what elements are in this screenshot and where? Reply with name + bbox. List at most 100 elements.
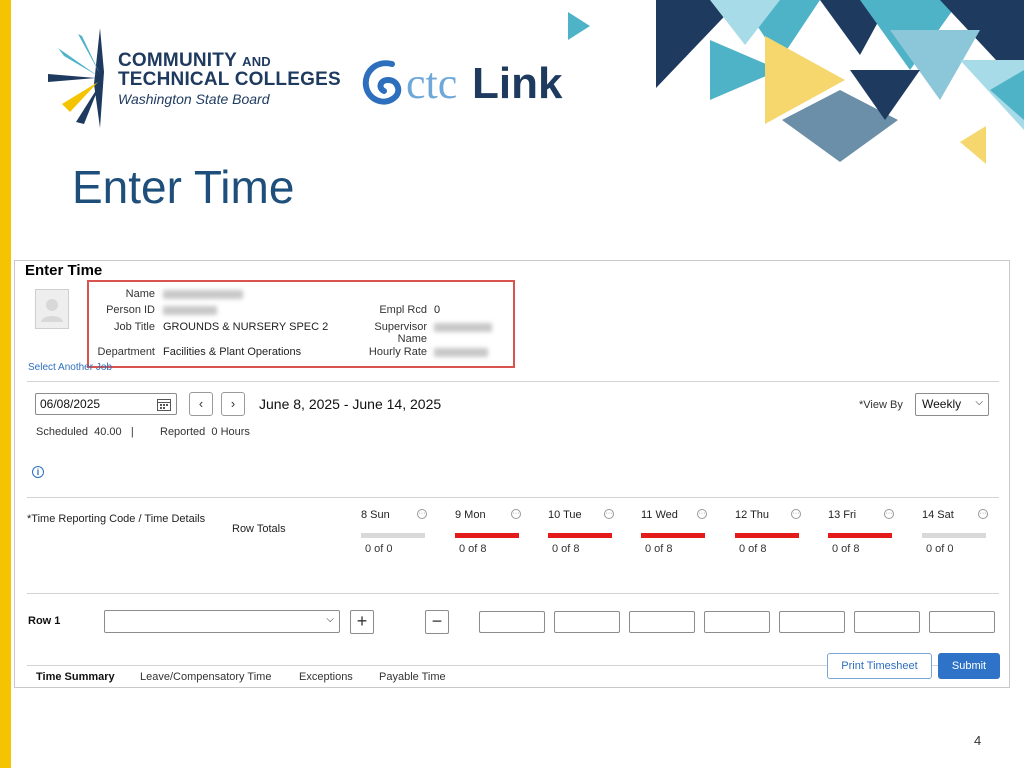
hours-input[interactable] bbox=[479, 611, 545, 633]
name-label: Name bbox=[125, 288, 155, 300]
person-id-redacted bbox=[163, 306, 217, 315]
department-value: Facilities & Plant Operations bbox=[163, 346, 302, 358]
job-title-label: Job Title bbox=[114, 321, 155, 333]
date-value: 06/08/2025 bbox=[40, 397, 101, 411]
day-column: 8 Sun ··· 0 of 0 bbox=[361, 509, 427, 555]
job-title-value: GROUNDS & NURSERY SPEC 2 bbox=[163, 321, 329, 333]
hours-input[interactable] bbox=[779, 611, 845, 633]
star-logo-icon bbox=[48, 28, 104, 128]
date-input[interactable]: 06/08/2025 bbox=[35, 393, 177, 415]
print-timesheet-button[interactable]: Print Timesheet bbox=[827, 653, 932, 679]
view-by-label: *View By bbox=[859, 399, 903, 411]
previous-week-button[interactable]: ‹ bbox=[189, 392, 213, 416]
row1-label: Row 1 bbox=[28, 615, 61, 627]
day-highlight-bar bbox=[641, 533, 705, 538]
minus-icon: − bbox=[431, 611, 443, 631]
user-silhouette-icon bbox=[41, 299, 63, 322]
hours-input[interactable] bbox=[629, 611, 695, 633]
person-id-label: Person ID bbox=[106, 304, 155, 316]
day-highlight-bar bbox=[548, 533, 612, 538]
view-by-value: Weekly bbox=[922, 397, 962, 411]
view-by-select[interactable]: Weekly ⌵ bbox=[915, 393, 989, 416]
hours-input[interactable] bbox=[554, 611, 620, 633]
sbctc-logo: COMMUNITY AND TECHNICAL COLLEGES Washing… bbox=[48, 28, 348, 128]
day-hours-summary: 0 of 8 bbox=[832, 543, 860, 555]
add-row-button[interactable]: + bbox=[350, 610, 374, 634]
day-hours-summary: 0 of 0 bbox=[365, 543, 393, 555]
page-number: 4 bbox=[974, 733, 982, 748]
divider bbox=[27, 381, 999, 382]
day-column: 12 Thu ··· 0 of 8 bbox=[735, 509, 801, 555]
day-hours-summary: 0 of 8 bbox=[739, 543, 767, 555]
day-hours-summary: 0 of 8 bbox=[459, 543, 487, 555]
day-highlight-bar bbox=[735, 533, 799, 538]
day-column: 13 Fri ··· 0 of 8 bbox=[828, 509, 894, 555]
hourly-rate-label: Hourly Rate bbox=[368, 346, 427, 358]
supervisor-name-label: Name bbox=[397, 333, 427, 345]
decorative-triangles bbox=[568, 0, 1024, 164]
empl-rcd-value: 0 bbox=[434, 304, 441, 316]
ctclink-link-text: Link bbox=[472, 59, 563, 108]
department-label: Department bbox=[97, 346, 155, 358]
org-name-line3: Washington State Board bbox=[118, 91, 270, 107]
info-icon[interactable]: i bbox=[32, 466, 44, 478]
day-highlight-bar bbox=[455, 533, 519, 538]
submit-button[interactable]: Submit bbox=[938, 653, 1000, 679]
accent-bar bbox=[0, 0, 11, 768]
divider bbox=[27, 497, 999, 498]
more-options-icon[interactable]: ··· bbox=[417, 509, 427, 519]
day-hours-summary: 0 of 8 bbox=[645, 543, 673, 555]
chevron-right-icon: › bbox=[230, 396, 236, 411]
hours-input[interactable] bbox=[854, 611, 920, 633]
next-week-button[interactable]: › bbox=[221, 392, 245, 416]
supervisor-label: Supervisor bbox=[374, 321, 427, 333]
enter-time-panel: Enter Time Name Person ID Job Title GROU… bbox=[14, 260, 1010, 688]
delete-row-button[interactable]: − bbox=[425, 610, 449, 634]
chevron-down-icon: ⌵ bbox=[326, 614, 334, 625]
more-options-icon[interactable]: ··· bbox=[604, 509, 614, 519]
hours-input[interactable] bbox=[704, 611, 770, 633]
tab-time-summary[interactable]: Time Summary bbox=[36, 671, 115, 683]
chevron-down-icon: ⌵ bbox=[975, 397, 983, 408]
swirl-logo-icon bbox=[362, 60, 402, 105]
time-reporting-code-select[interactable]: ⌵ bbox=[104, 610, 340, 633]
chevron-left-icon: ‹ bbox=[198, 396, 204, 411]
more-options-icon[interactable]: ··· bbox=[978, 509, 988, 519]
trc-header: *Time Reporting Code / Time Details bbox=[27, 513, 206, 525]
calendar-icon[interactable] bbox=[157, 398, 171, 411]
more-options-icon[interactable]: ··· bbox=[697, 509, 707, 519]
more-options-icon[interactable]: ··· bbox=[791, 509, 801, 519]
tab-payable-time[interactable]: Payable Time bbox=[379, 671, 446, 683]
hourly-rate-redacted bbox=[434, 348, 488, 357]
reported-stat: Reported 0 Hours bbox=[160, 426, 250, 438]
plus-icon: + bbox=[356, 611, 368, 631]
day-column: 11 Wed ··· 0 of 8 bbox=[641, 509, 707, 555]
avatar bbox=[35, 289, 69, 329]
day-hours-summary: 0 of 0 bbox=[926, 543, 954, 555]
org-name-line2: TECHNICAL COLLEGES bbox=[118, 69, 341, 90]
day-highlight-bar bbox=[828, 533, 892, 538]
date-range: June 8, 2025 - June 14, 2025 bbox=[259, 396, 442, 412]
day-hours-summary: 0 of 8 bbox=[552, 543, 580, 555]
more-options-icon[interactable]: ··· bbox=[511, 509, 521, 519]
tab-exceptions[interactable]: Exceptions bbox=[299, 671, 353, 683]
hours-input[interactable] bbox=[929, 611, 995, 633]
day-column: 14 Sat ··· 0 of 0 bbox=[922, 509, 988, 555]
day-column: 10 Tue ··· 0 of 8 bbox=[548, 509, 614, 555]
row-totals-header: Row Totals bbox=[232, 523, 286, 535]
empl-rcd-label: Empl Rcd bbox=[379, 304, 427, 316]
select-another-job-link[interactable]: Select Another Job bbox=[28, 362, 112, 373]
name-value-redacted bbox=[163, 290, 243, 299]
panel-title: Enter Time bbox=[25, 262, 103, 279]
supervisor-redacted bbox=[434, 323, 492, 332]
day-bar bbox=[361, 533, 425, 538]
ctclink-ctc-text: ctc bbox=[406, 59, 458, 108]
divider bbox=[27, 593, 999, 594]
day-column: 9 Mon ··· 0 of 8 bbox=[455, 509, 521, 555]
slide-title: Enter Time bbox=[72, 161, 295, 213]
scheduled-stat: Scheduled 40.00 | bbox=[36, 426, 134, 438]
day-bar bbox=[922, 533, 986, 538]
tab-leave-compensatory-time[interactable]: Leave/Compensatory Time bbox=[140, 671, 271, 683]
ctclink-logo: ctc Link bbox=[362, 58, 582, 110]
more-options-icon[interactable]: ··· bbox=[884, 509, 894, 519]
